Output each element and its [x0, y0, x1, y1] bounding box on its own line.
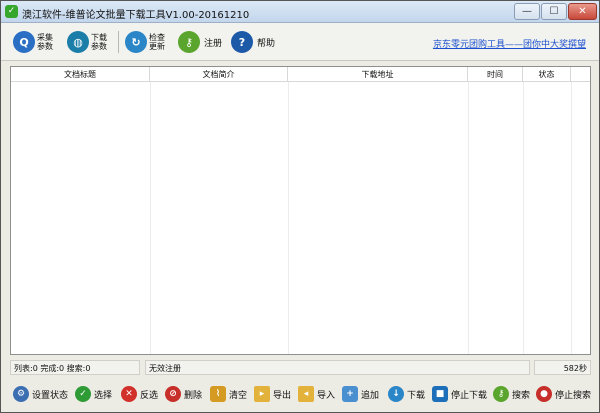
column-header-download-url[interactable]: 下载地址 — [288, 67, 468, 82]
search-label: 搜索 — [512, 390, 531, 401]
key-icon: ⚷ — [178, 31, 200, 53]
maximize-button[interactable]: ☐ — [541, 3, 567, 20]
register-label: 注册 — [204, 38, 223, 49]
status-register: 无效注册 — [145, 360, 530, 375]
export-folder-icon: ▸ — [254, 386, 270, 402]
toolbar-separator — [118, 31, 119, 53]
check-icon: ✓ — [75, 386, 91, 402]
minimize-button[interactable]: — — [514, 3, 540, 20]
check-update-label-1: 检查 — [149, 33, 165, 42]
column-divider — [288, 82, 289, 354]
status-timer: 582秒 — [534, 360, 591, 375]
append-icon: + — [342, 386, 358, 402]
app-logo-icon: ✓ — [5, 5, 18, 18]
stop-search-icon: ● — [536, 386, 552, 402]
register-button[interactable]: ⚷ 注册 — [178, 28, 222, 56]
column-divider — [571, 82, 572, 354]
import-folder-icon: ◂ — [298, 386, 314, 402]
stop-download-label: 停止下载 — [451, 390, 488, 401]
select-label: 选择 — [94, 390, 113, 401]
main-toolbar: Q 采集 参数 ◍ 下载 参数 ↻ 检查 更新 ⚷ 注册 ? 帮助 京东零元团购工具—… — [1, 23, 599, 61]
set-status-label: 设置状态 — [32, 390, 69, 401]
delete-button[interactable]: ⊘ 删除 — [165, 384, 202, 404]
status-bar: 列表:0 完成:0 搜索:0 无效注册 582秒 — [10, 360, 591, 375]
set-status-button[interactable]: ⚙ 设置状态 — [13, 384, 68, 404]
download-button[interactable]: ↓ 下载 — [388, 384, 425, 404]
help-button[interactable]: ? 帮助 — [231, 28, 275, 56]
settings-icon: ⚙ — [13, 386, 29, 402]
download-params-label-1: 下载 — [91, 33, 107, 42]
delete-icon: ⊘ — [165, 386, 181, 402]
invert-select-button[interactable]: ✕ 反选 — [121, 384, 158, 404]
select-button[interactable]: ✓ 选择 — [75, 384, 112, 404]
broom-icon: ⌇ — [210, 386, 226, 402]
table-header: 文档标题 文档简介 下载地址 时间 状态 — [11, 67, 590, 82]
stop-download-icon: ■ — [432, 386, 448, 402]
append-label: 追加 — [361, 390, 380, 401]
collect-params-label-1: 采集 — [37, 33, 53, 42]
column-divider — [523, 82, 524, 354]
column-header-status[interactable]: 状态 — [523, 67, 571, 82]
document-table[interactable]: 文档标题 文档简介 下载地址 时间 状态 — [10, 66, 591, 355]
column-divider — [150, 82, 151, 354]
clear-button[interactable]: ⌇ 清空 — [210, 384, 247, 404]
download-params-label-2: 参数 — [91, 42, 107, 51]
download-icon: ↓ — [388, 386, 404, 402]
invert-select-label: 反选 — [140, 390, 159, 401]
check-update-label-2: 更新 — [149, 42, 165, 51]
help-icon: ? — [231, 31, 253, 53]
import-button[interactable]: ◂ 导入 — [298, 384, 335, 404]
column-header-filler — [571, 67, 590, 82]
refresh-icon: ↻ — [125, 31, 147, 53]
action-bar: ⚙ 设置状态 ✓ 选择 ✕ 反选 ⊘ 删除 ⌇ 清空 ▸ 导出 ◂ 导入 + 追 — [1, 378, 599, 412]
help-label: 帮助 — [257, 38, 276, 49]
search-button[interactable]: ⚷ 搜索 — [493, 384, 530, 404]
delete-label: 删除 — [184, 390, 203, 401]
stop-download-button[interactable]: ■ 停止下载 — [432, 384, 487, 404]
search-gear-icon: Q — [13, 31, 35, 53]
column-header-time[interactable]: 时间 — [468, 67, 523, 82]
app-window: ✓ 澳江软件-维普论文批量下载工具V1.00-20161210 — ☐ ✕ Q … — [0, 0, 600, 413]
export-label: 导出 — [273, 390, 292, 401]
promo-link[interactable]: 京东零元团购工具——团你中大奖撰望 — [433, 37, 586, 50]
check-update-button[interactable]: ↻ 检查 更新 — [125, 28, 167, 56]
clear-label: 清空 — [229, 390, 248, 401]
status-counts: 列表:0 完成:0 搜索:0 — [10, 360, 140, 375]
title-bar[interactable]: ✓ 澳江软件-维普论文批量下载工具V1.00-20161210 — ☐ ✕ — [1, 1, 599, 23]
collect-params-button[interactable]: Q 采集 参数 — [13, 28, 55, 56]
append-button[interactable]: + 追加 — [342, 384, 379, 404]
globe-icon: ◍ — [67, 31, 89, 53]
stop-search-button[interactable]: ● 停止搜索 — [536, 384, 591, 404]
close-button[interactable]: ✕ — [568, 3, 597, 20]
column-divider — [468, 82, 469, 354]
export-button[interactable]: ▸ 导出 — [254, 384, 291, 404]
download-label: 下载 — [407, 390, 426, 401]
download-params-button[interactable]: ◍ 下载 参数 — [67, 28, 109, 56]
stop-search-label: 停止搜索 — [555, 390, 592, 401]
import-label: 导入 — [317, 390, 336, 401]
cross-icon: ✕ — [121, 386, 137, 402]
collect-params-label-2: 参数 — [37, 42, 53, 51]
window-title: 澳江软件-维普论文批量下载工具V1.00-20161210 — [22, 10, 250, 21]
search-key-icon: ⚷ — [493, 386, 509, 402]
column-header-title[interactable]: 文档标题 — [11, 67, 150, 82]
column-header-summary[interactable]: 文档简介 — [150, 67, 288, 82]
